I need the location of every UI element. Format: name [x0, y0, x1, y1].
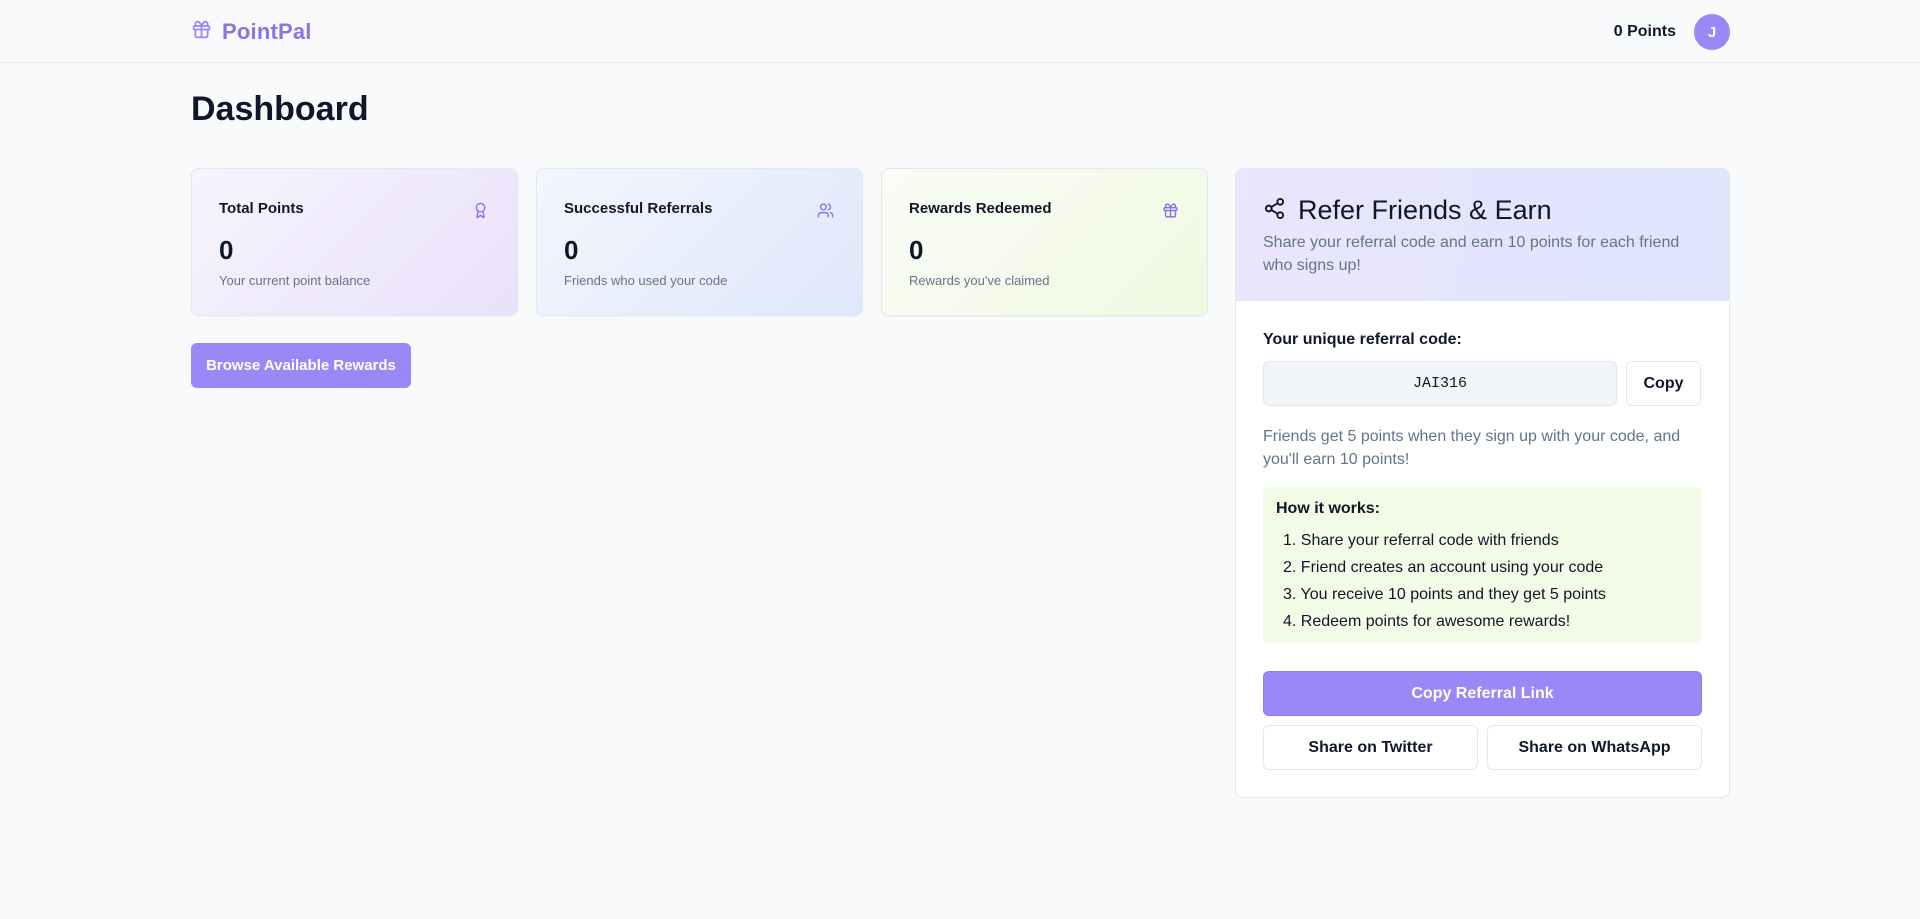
how-it-works-title: How it works:	[1276, 500, 1381, 517]
stat-title: Successful Referrals	[564, 200, 713, 217]
list-item: 3. You receive 10 points and they get 5 …	[1283, 586, 1606, 603]
stat-value: 0	[219, 235, 234, 265]
stat-subtitle: Rewards you've claimed	[909, 273, 1050, 288]
list-item: 2. Friend creates an account using your …	[1283, 559, 1604, 576]
brand-name: PointPal	[222, 19, 312, 44]
referral-code-field[interactable]	[1263, 361, 1617, 406]
stat-card-total-points: Total Points 0 Your current point balanc…	[191, 168, 518, 316]
how-it-works-list: 1. Share your referral code with friends…	[1283, 527, 1606, 635]
stat-title: Total Points	[219, 200, 304, 217]
stat-subtitle: Friends who used your code	[564, 273, 728, 288]
browse-rewards-button[interactable]: Browse Available Rewards	[191, 343, 411, 388]
referral-title: Refer Friends & Earn	[1298, 195, 1552, 225]
copy-referral-link-button[interactable]: Copy Referral Link	[1263, 671, 1702, 716]
stat-value: 0	[564, 235, 579, 265]
stat-subtitle: Your current point balance	[219, 273, 371, 288]
referral-card-header: Refer Friends & Earn Share your referral…	[1236, 169, 1729, 301]
stat-card-rewards-redeemed: Rewards Redeemed 0 Rewards you've claime…	[881, 168, 1208, 316]
users-icon	[817, 202, 834, 219]
list-item: 4. Redeem points for awesome rewards!	[1283, 613, 1571, 630]
page-title: Dashboard	[191, 90, 369, 128]
user-points-area: 0 Points J	[1614, 14, 1730, 50]
award-icon	[472, 202, 489, 219]
referral-description: Share your referral code and earn 10 poi…	[1263, 234, 1680, 274]
gift-icon	[1162, 202, 1179, 219]
referral-title-row: Refer Friends & Earn	[1263, 195, 1552, 226]
referral-bonus-note: Friends get 5 points when they sign up w…	[1263, 428, 1681, 468]
share-twitter-button[interactable]: Share on Twitter	[1263, 725, 1478, 770]
points-balance: 0 Points	[1613, 23, 1676, 40]
list-item: 1. Share your referral code with friends	[1283, 532, 1559, 549]
avatar[interactable]: J	[1694, 14, 1730, 50]
stat-title: Rewards Redeemed	[909, 200, 1052, 217]
referral-code-label: Your unique referral code:	[1263, 331, 1462, 348]
how-it-works-box: How it works: 1. Share your referral cod…	[1263, 487, 1702, 643]
share-icon	[1263, 197, 1286, 225]
stat-value: 0	[909, 235, 924, 265]
top-navbar: PointPal 0 Points J	[0, 0, 1920, 63]
share-whatsapp-button[interactable]: Share on WhatsApp	[1487, 725, 1702, 770]
stat-card-successful-referrals: Successful Referrals 0 Friends who used …	[536, 168, 863, 316]
copy-code-button[interactable]: Copy	[1626, 361, 1701, 406]
brand-logo[interactable]: PointPal	[191, 18, 312, 46]
gift-icon	[191, 19, 212, 45]
referral-card: Refer Friends & Earn Share your referral…	[1235, 168, 1730, 798]
